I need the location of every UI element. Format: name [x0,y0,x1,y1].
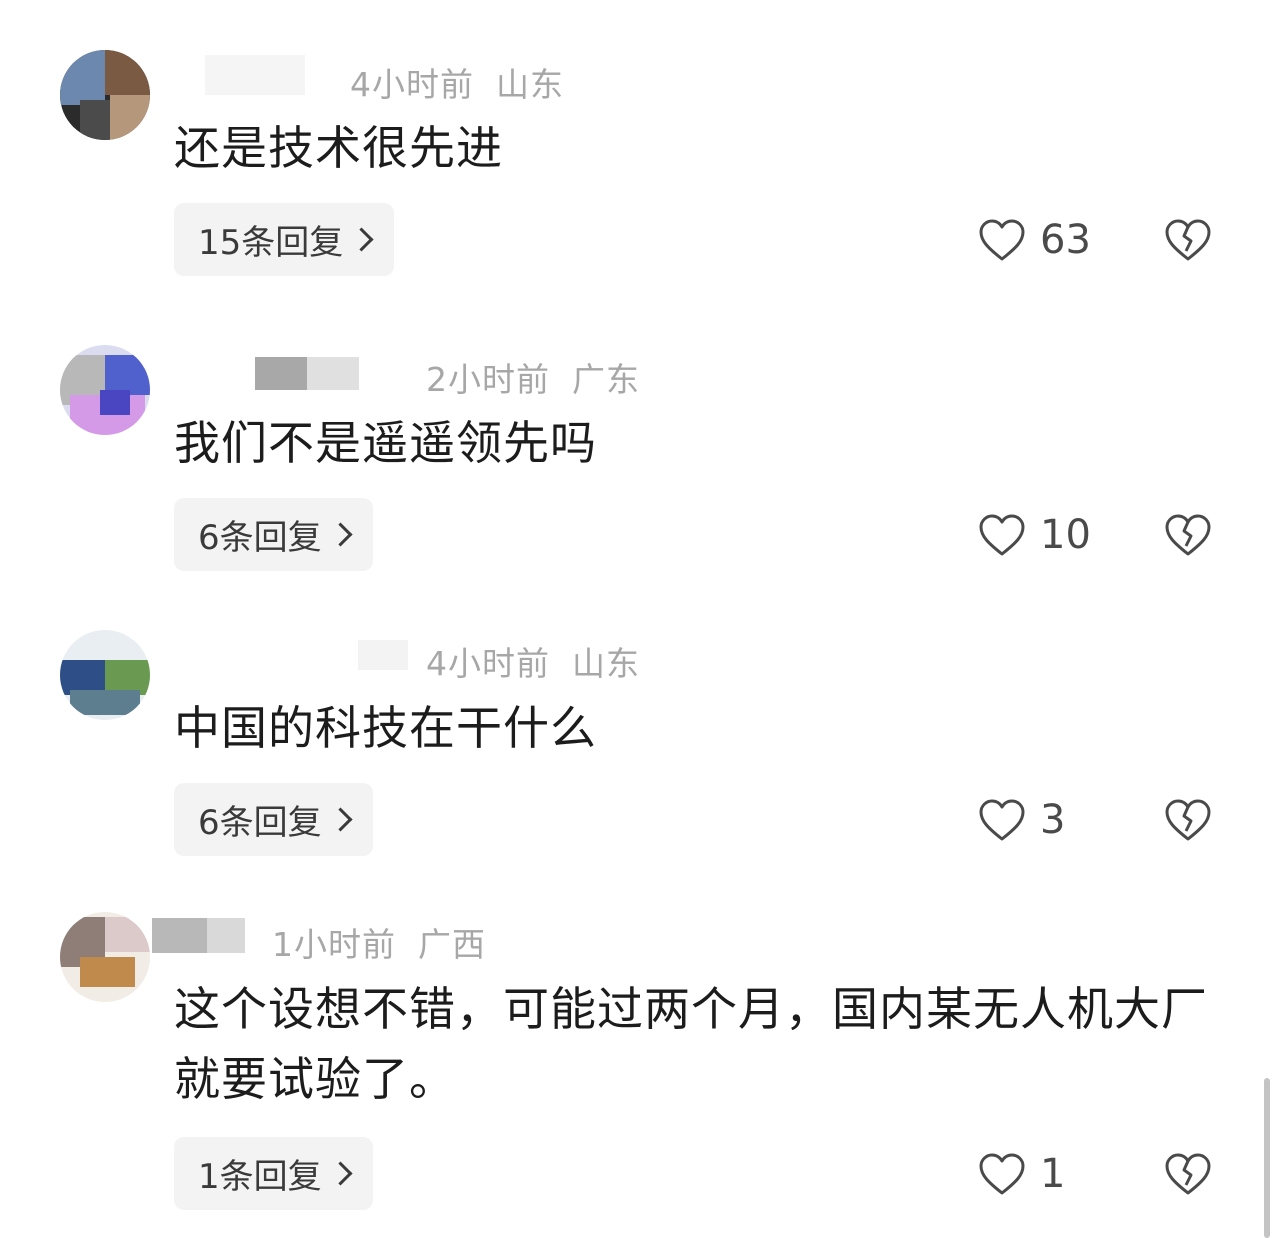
heart-outline-icon [979,1153,1025,1195]
like-button[interactable]: 1 [978,1149,1065,1199]
broken-heart-icon[interactable] [1164,218,1212,262]
broken-heart-icon[interactable] [1164,1152,1212,1196]
chevron-right-icon [328,522,353,547]
avatar[interactable] [60,912,150,1002]
reply-count-label: 1条回复 [198,1157,322,1197]
like-button[interactable]: 10 [978,510,1091,560]
chevron-right-icon [349,227,374,252]
like-count: 3 [1040,797,1066,843]
comment-time: 4小时前 [426,644,550,683]
comment-text: 这个设想不错，可能过两个月，国内某无人机大厂就要试验了。 [174,982,1208,1106]
scrollbar[interactable] [1264,1078,1270,1238]
comment-meta: 2小时前 广东 [426,353,640,401]
chevron-right-icon [328,807,353,832]
view-replies-button[interactable]: 1条回复 [174,1137,373,1210]
username-redacted [255,357,307,390]
like-button[interactable]: 3 [978,795,1065,845]
heart-outline-icon [979,219,1025,261]
comment-location: 广西 [418,925,486,964]
comment-time: 4小时前 [350,65,474,104]
comment-meta: 4小时前 山东 [426,637,640,685]
like-count: 10 [1040,512,1091,558]
heart-outline-icon [979,799,1025,841]
like-button[interactable]: 63 [978,215,1091,265]
comment-meta: 1小时前 广西 [272,918,486,966]
avatar[interactable] [60,345,150,435]
comment-meta: 4小时前 山东 [350,58,564,106]
heart-outline-icon [979,514,1025,556]
like-count: 1 [1040,1151,1066,1197]
comment-location: 广东 [572,360,640,399]
view-replies-button[interactable]: 15条回复 [174,203,395,276]
comment-text: 还是技术很先进 [174,121,503,175]
reply-count-label: 15条回复 [198,223,344,263]
comment-text: 我们不是遥遥领先吗 [174,416,597,470]
comment-location: 山东 [572,644,640,683]
broken-heart-icon[interactable] [1164,798,1212,842]
username-redacted [152,918,207,953]
broken-heart-icon[interactable] [1164,513,1212,557]
username-redacted [358,640,408,670]
comment-time: 1小时前 [272,925,396,964]
view-replies-button[interactable]: 6条回复 [174,498,373,571]
comment-text: 中国的科技在干什么 [174,701,597,755]
avatar[interactable] [60,630,150,720]
username-redacted [205,55,305,95]
username-redacted [307,357,359,390]
comment-time: 2小时前 [426,360,550,399]
username-redacted [207,918,245,953]
reply-count-label: 6条回复 [198,518,322,558]
like-count: 63 [1040,217,1091,263]
chevron-right-icon [328,1161,353,1186]
view-replies-button[interactable]: 6条回复 [174,783,373,856]
avatar[interactable] [60,50,150,140]
reply-count-label: 6条回复 [198,803,322,843]
comment-location: 山东 [496,65,564,104]
